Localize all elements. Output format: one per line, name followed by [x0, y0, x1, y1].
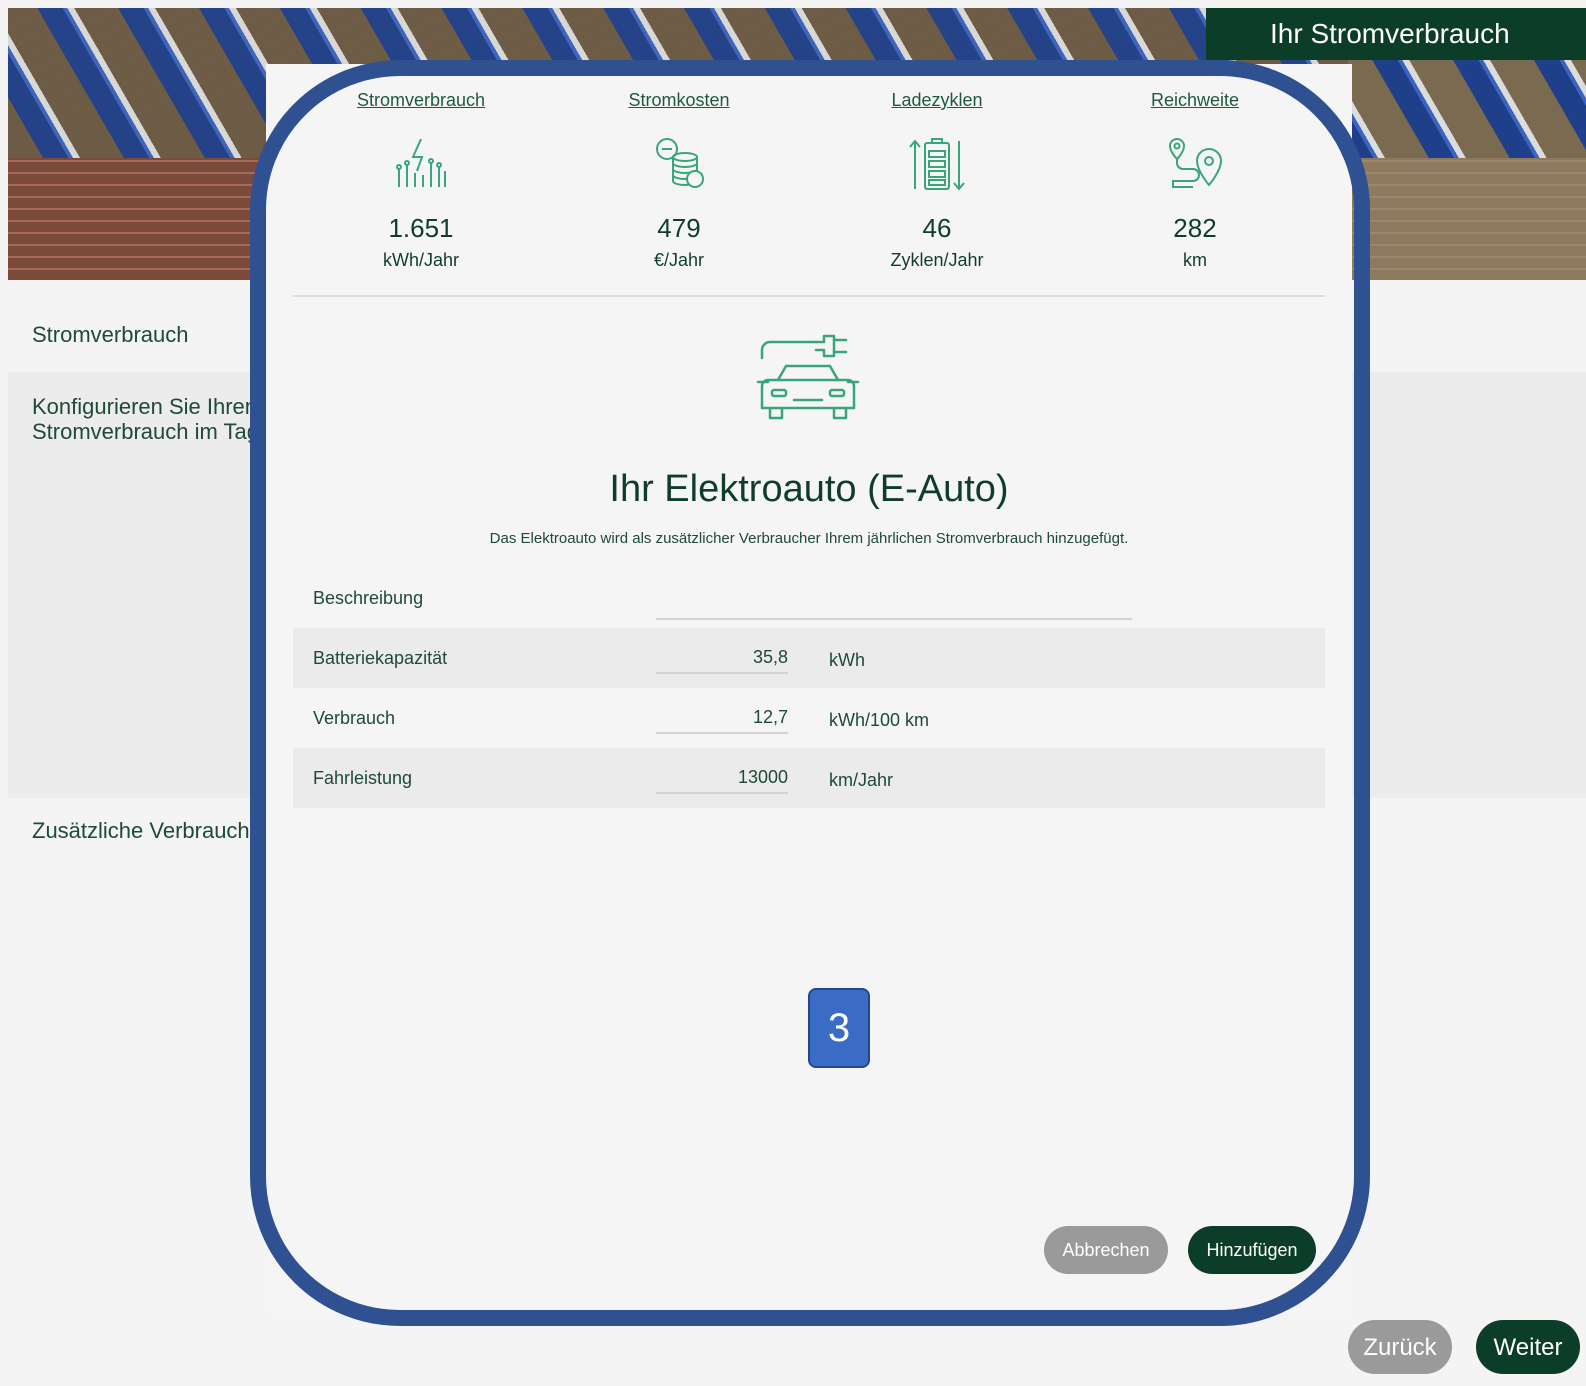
stat-cost-unit: €/Jahr: [653, 250, 705, 270]
dialog-subtitle: Das Elektroauto wird als zusätzlicher Ve…: [489, 530, 1129, 547]
stats-divider: [293, 295, 1325, 297]
field-unit-battery: kWh: [829, 650, 865, 670]
stat-cycles-unit: Zyklen/Jahr: [890, 250, 984, 270]
hero-brick-wall: [8, 158, 268, 280]
battery-cycle-icon: [909, 138, 965, 191]
stat-consumption-unit: kWh/Jahr: [382, 250, 460, 270]
next-button[interactable]: Weiter: [1476, 1320, 1580, 1374]
electric-car-icon: [756, 334, 860, 420]
stat-cycles: Ladezyklen 46 Zyklen/Jahr: [808, 64, 1066, 271]
step-number-badge: 3: [808, 988, 870, 1068]
field-unit-consumption: kWh/100 km: [829, 710, 930, 730]
route-location-icon: [1168, 137, 1223, 188]
ev-dialog: Stromverbrauch 1.651 kWh/Jahr Stromkoste…: [266, 64, 1352, 1314]
dialog-title: Ihr Elektroauto (E-Auto): [609, 468, 1009, 510]
field-row-mileage: Fahrleistung km/Jahr: [293, 748, 1325, 808]
field-label-battery: Batteriekapazität: [313, 648, 448, 668]
consumption-input[interactable]: [656, 702, 788, 734]
stat-consumption-link[interactable]: Stromverbrauch: [292, 90, 550, 111]
stat-consumption: Stromverbrauch 1.651 kWh/Jahr: [292, 64, 550, 271]
coins-cost-icon: [656, 138, 704, 188]
field-unit-mileage: km/Jahr: [829, 770, 894, 790]
configure-text: Konfigurieren Sie Ihren Stromverbrauch i…: [32, 394, 260, 444]
section-title-consumption: Stromverbrauch: [32, 322, 189, 347]
field-label-consumption: Verbrauch: [313, 708, 396, 728]
stat-cycles-link[interactable]: Ladezyklen: [808, 90, 1066, 111]
stat-range: Reichweite 282 km: [1066, 64, 1324, 271]
stat-cost-value: 479: [657, 213, 701, 243]
back-button[interactable]: Zurück: [1348, 1320, 1452, 1374]
section-title-additional: Zusätzliche Verbrauche: [32, 818, 262, 843]
add-button[interactable]: Hinzufügen: [1188, 1226, 1316, 1274]
hero-roof-right: [1348, 158, 1586, 280]
stat-range-link[interactable]: Reichweite: [1066, 90, 1324, 111]
field-label-mileage: Fahrleistung: [313, 768, 413, 788]
stat-consumption-value: 1.651: [388, 213, 454, 243]
stats-bar: Stromverbrauch 1.651 kWh/Jahr Stromkoste…: [266, 64, 1352, 296]
hero-solar-panels-right: [1348, 48, 1586, 158]
description-input[interactable]: [656, 588, 1132, 620]
field-row-battery: Batteriekapazität kWh: [293, 628, 1325, 688]
battery-capacity-input[interactable]: [656, 642, 788, 674]
mileage-input[interactable]: [656, 762, 788, 794]
field-row-consumption: Verbrauch kWh/100 km: [293, 688, 1325, 748]
stat-cycles-value: 46: [922, 213, 952, 243]
stat-cost: Stromkosten 479 €/Jahr: [550, 64, 808, 271]
stat-cost-link[interactable]: Stromkosten: [550, 90, 808, 111]
page-title-badge: Ihr Stromverbrauch: [1206, 8, 1586, 60]
power-usage-icon: [396, 138, 446, 187]
stat-range-value: 282: [1173, 213, 1217, 243]
cancel-button[interactable]: Abbrechen: [1044, 1226, 1168, 1274]
field-row-description: Beschreibung: [293, 568, 1325, 628]
field-label-description: Beschreibung: [313, 588, 424, 608]
stat-range-unit: km: [1183, 250, 1207, 270]
